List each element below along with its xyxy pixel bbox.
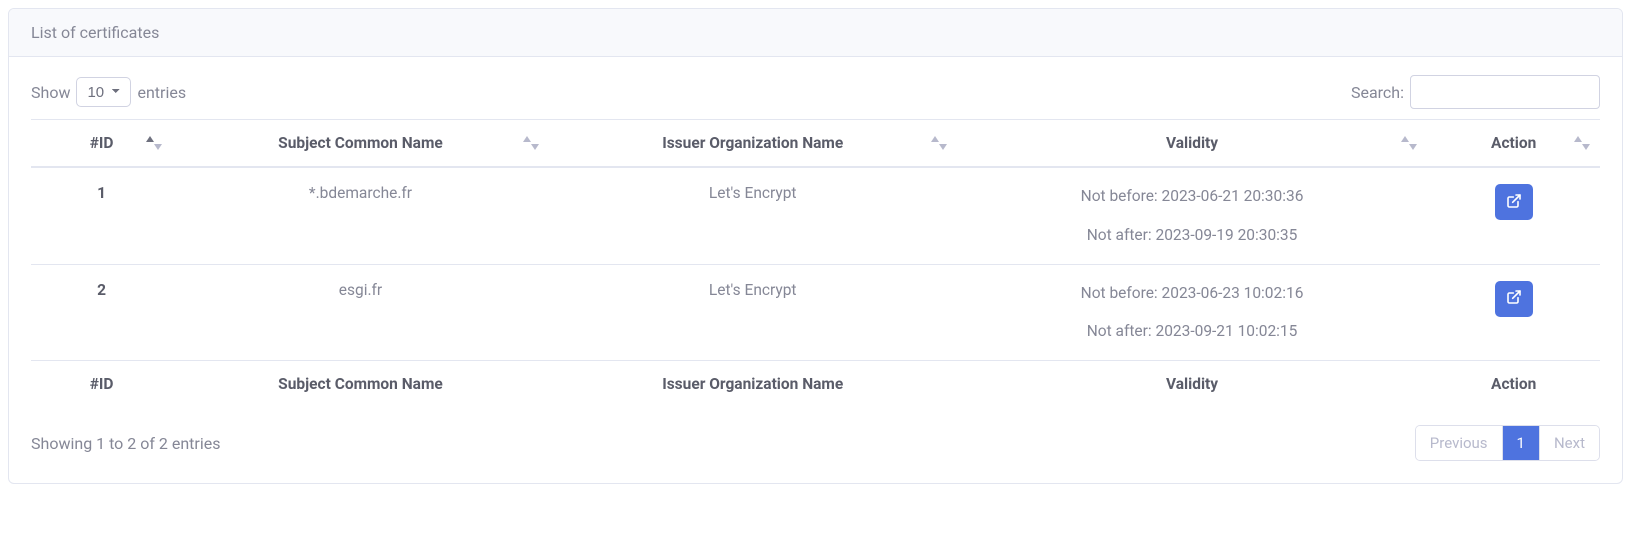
page-1[interactable]: 1 xyxy=(1503,426,1540,460)
col-action-label: Action xyxy=(1491,134,1536,152)
footcol-id: #ID xyxy=(31,361,172,408)
not-before: Not before: 2023-06-23 10:02:16 xyxy=(967,281,1418,306)
footcol-validity: Validity xyxy=(957,361,1428,408)
length-control: Show 10 entries xyxy=(31,77,186,107)
col-subject-label: Subject Common Name xyxy=(278,134,443,152)
table-bottom-bar: Showing 1 to 2 of 2 entries Previous 1 N… xyxy=(31,425,1600,461)
entries-label: entries xyxy=(137,83,186,102)
sort-icon xyxy=(146,136,162,150)
card-header: List of certificates xyxy=(9,9,1622,57)
pagination: Previous 1 Next xyxy=(1415,425,1600,461)
table-header-row: #ID Subject Common Name xyxy=(31,120,1600,168)
cell-validity: Not before: 2023-06-23 10:02:16 Not afte… xyxy=(957,264,1428,361)
cell-id: 2 xyxy=(31,264,172,361)
external-link-icon xyxy=(1506,193,1522,212)
show-label: Show xyxy=(31,83,70,102)
card-body: Show 10 entries Search: #ID xyxy=(9,57,1622,483)
table-row: 2 esgi.fr Let's Encrypt Not before: 2023… xyxy=(31,264,1600,361)
table-footer-row: #ID Subject Common Name Issuer Organizat… xyxy=(31,361,1600,408)
table-top-controls: Show 10 entries Search: xyxy=(31,75,1600,109)
footcol-action: Action xyxy=(1427,361,1600,408)
certificates-table: #ID Subject Common Name xyxy=(31,119,1600,407)
col-validity-label: Validity xyxy=(1166,134,1218,152)
sort-icon xyxy=(1574,136,1590,150)
cell-action xyxy=(1427,264,1600,361)
not-after: Not after: 2023-09-19 20:30:35 xyxy=(967,223,1418,248)
sort-icon xyxy=(931,136,947,150)
search-control: Search: xyxy=(1351,75,1600,109)
certificates-card: List of certificates Show 10 entries Sea… xyxy=(8,8,1623,484)
cell-issuer: Let's Encrypt xyxy=(549,264,957,361)
col-action[interactable]: Action xyxy=(1427,120,1600,168)
col-id-label: #ID xyxy=(90,134,114,152)
col-subject[interactable]: Subject Common Name xyxy=(172,120,549,168)
search-label: Search: xyxy=(1351,83,1404,102)
cell-issuer: Let's Encrypt xyxy=(549,167,957,264)
not-before: Not before: 2023-06-21 20:30:36 xyxy=(967,184,1418,209)
table-info: Showing 1 to 2 of 2 entries xyxy=(31,434,220,453)
table-row: 1 *.bdemarche.fr Let's Encrypt Not befor… xyxy=(31,167,1600,264)
cell-action xyxy=(1427,167,1600,264)
not-after: Not after: 2023-09-21 10:02:15 xyxy=(967,319,1418,344)
footcol-subject: Subject Common Name xyxy=(172,361,549,408)
col-issuer-label: Issuer Organization Name xyxy=(662,134,843,152)
cell-validity: Not before: 2023-06-21 20:30:36 Not afte… xyxy=(957,167,1428,264)
cell-subject: esgi.fr xyxy=(172,264,549,361)
cell-id: 1 xyxy=(31,167,172,264)
open-button[interactable] xyxy=(1495,184,1533,220)
page-previous[interactable]: Previous xyxy=(1416,426,1503,460)
open-button[interactable] xyxy=(1495,281,1533,317)
footcol-issuer: Issuer Organization Name xyxy=(549,361,957,408)
cell-subject: *.bdemarche.fr xyxy=(172,167,549,264)
search-input[interactable] xyxy=(1410,75,1600,109)
external-link-icon xyxy=(1506,289,1522,308)
card-title: List of certificates xyxy=(31,23,159,42)
page-next[interactable]: Next xyxy=(1540,426,1599,460)
col-validity[interactable]: Validity xyxy=(957,120,1428,168)
entries-select[interactable]: 10 xyxy=(76,77,131,107)
col-issuer[interactable]: Issuer Organization Name xyxy=(549,120,957,168)
sort-icon xyxy=(1401,136,1417,150)
col-id[interactable]: #ID xyxy=(31,120,172,168)
sort-icon xyxy=(523,136,539,150)
